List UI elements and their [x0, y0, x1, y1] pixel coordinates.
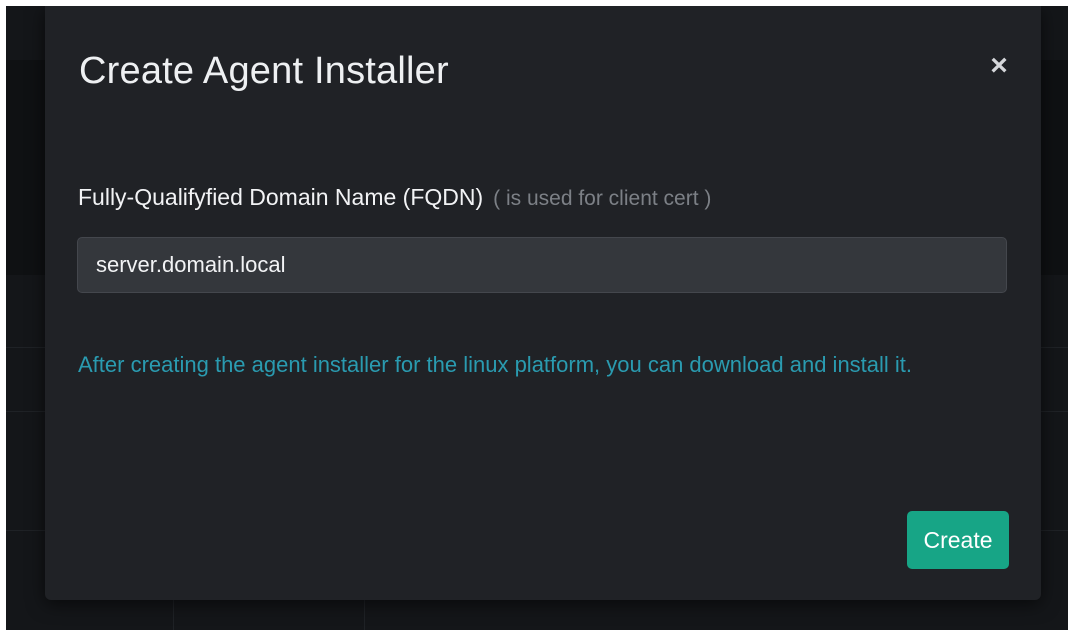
fqdn-label: Fully-Qualifyfied Domain Name (FQDN) ( is…: [78, 184, 711, 211]
fqdn-input[interactable]: [77, 237, 1007, 293]
background-column-divider: [173, 600, 174, 630]
close-button[interactable]: ×: [985, 49, 1013, 82]
background-column-divider: [364, 600, 365, 630]
create-button[interactable]: Create: [907, 511, 1009, 569]
create-agent-installer-dialog: Create Agent Installer × Fully-Qualifyfi…: [45, 6, 1041, 600]
dialog-title: Create Agent Installer: [79, 50, 449, 92]
close-icon[interactable]: ×: [990, 49, 1008, 82]
fqdn-hint: ( is used for client cert ): [493, 187, 712, 210]
fqdn-label-text: Fully-Qualifyfied Domain Name (FQDN): [78, 184, 484, 210]
info-message: After creating the agent installer for t…: [78, 352, 913, 377]
app-backdrop: Create Agent Installer × Fully-Qualifyfi…: [6, 6, 1068, 630]
